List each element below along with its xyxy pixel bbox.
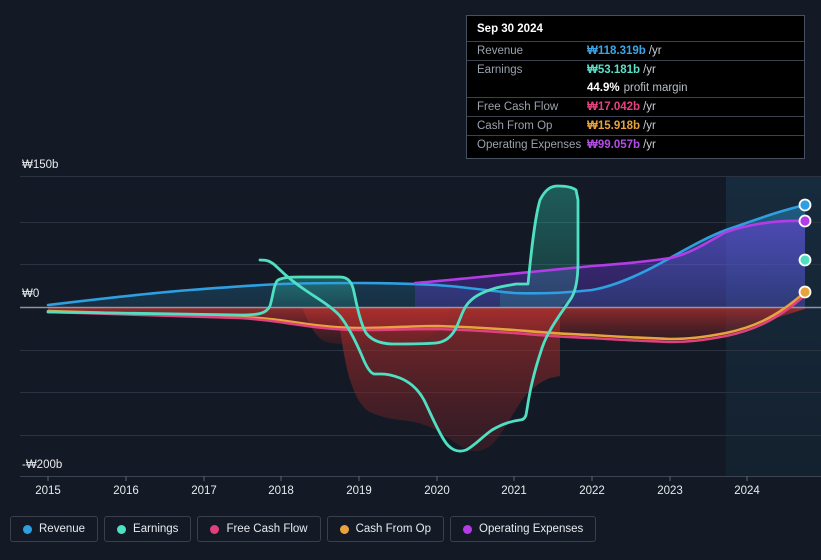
legend-dot-earnings bbox=[117, 524, 127, 534]
legend-item-operating-expenses[interactable]: Operating Expenses bbox=[450, 516, 597, 542]
x-axis-label-2023: 2023 bbox=[657, 485, 683, 497]
y-axis-label-zero: ₩0 bbox=[22, 288, 40, 300]
legend-dot-operating-expenses bbox=[463, 524, 473, 534]
tooltip-label-free-cash-flow: Free Cash Flow bbox=[477, 101, 559, 113]
legend-dot-free-cash-flow bbox=[210, 524, 220, 534]
tooltip-label-revenue: Revenue bbox=[477, 45, 524, 57]
tooltip-row-operating-expenses: Operating Expenses ₩99.057b /yr bbox=[467, 135, 804, 154]
y-axis-label-bottom: -₩200b bbox=[22, 459, 63, 471]
tooltip-value-cash-from-op: ₩15.918b bbox=[587, 120, 641, 132]
legend-label-revenue: Revenue bbox=[39, 523, 86, 535]
tooltip-unit-operating-expenses: /yr bbox=[643, 139, 656, 151]
tooltip-row-earnings: Earnings ₩53.181b /yr bbox=[467, 60, 804, 79]
legend-item-cash-from-op[interactable]: Cash From Op bbox=[326, 516, 445, 542]
legend-label-earnings: Earnings bbox=[133, 523, 179, 535]
tooltip-row-cash-from-op: Cash From Op ₩15.918b /yr bbox=[467, 116, 804, 135]
x-axis-label-2016: 2016 bbox=[113, 485, 139, 497]
tooltip-row-profit-margin: 44.9% profit margin bbox=[467, 79, 804, 97]
x-axis-label-2018: 2018 bbox=[268, 485, 294, 497]
legend-dot-revenue bbox=[23, 524, 32, 534]
tooltip-value-operating-expenses: ₩99.057b bbox=[587, 139, 641, 151]
x-axis-label-2021: 2021 bbox=[501, 485, 527, 497]
tooltip-value-earnings: ₩53.181b bbox=[587, 64, 641, 76]
x-axis-label-2017: 2017 bbox=[191, 485, 217, 497]
x-axis-label-2024: 2024 bbox=[734, 485, 760, 497]
tooltip-unit-cash-from-op: /yr bbox=[643, 120, 656, 132]
tooltip-label-cash-from-op: Cash From Op bbox=[477, 120, 553, 132]
tooltip-value-profit-margin: 44.9% bbox=[587, 82, 620, 94]
tooltip-value-revenue: ₩118.319b bbox=[587, 45, 646, 57]
x-axis-label-2022: 2022 bbox=[579, 485, 605, 497]
endpoint-earnings bbox=[798, 253, 812, 267]
legend-label-cash-from-op: Cash From Op bbox=[355, 523, 432, 535]
tooltip-label-operating-expenses: Operating Expenses bbox=[477, 139, 582, 151]
tooltip-row-free-cash-flow: Free Cash Flow ₩17.042b /yr bbox=[467, 97, 804, 116]
x-axis-label-2019: 2019 bbox=[346, 485, 372, 497]
tooltip-label-earnings: Earnings bbox=[477, 64, 523, 76]
legend-item-revenue[interactable]: Revenue bbox=[10, 516, 99, 542]
legend-label-operating-expenses: Operating Expenses bbox=[479, 523, 584, 535]
legend-item-free-cash-flow[interactable]: Free Cash Flow bbox=[197, 516, 321, 542]
tooltip-value-free-cash-flow: ₩17.042b bbox=[587, 101, 641, 113]
tooltip-date: Sep 30 2024 bbox=[477, 23, 543, 35]
legend-dot-cash-from-op bbox=[339, 524, 349, 534]
x-axis-label-2015: 2015 bbox=[35, 485, 61, 497]
earnings-plateau-fill-2018 bbox=[272, 277, 356, 307]
chart-tooltip: Sep 30 2024 Revenue ₩118.319b /yr Earnin… bbox=[466, 15, 805, 159]
y-axis-label-top: ₩150b bbox=[22, 159, 59, 171]
endpoint-cash-from-op bbox=[798, 285, 812, 299]
tooltip-unit-free-cash-flow: /yr bbox=[643, 101, 656, 113]
stock-financials-chart: ₩150b ₩0 -₩200b 2015 2016 2017 2018 2019… bbox=[0, 0, 821, 560]
endpoint-revenue bbox=[798, 198, 812, 212]
tooltip-row-revenue: Revenue ₩118.319b /yr bbox=[467, 41, 804, 60]
legend-label-free-cash-flow: Free Cash Flow bbox=[226, 523, 308, 535]
legend-item-earnings[interactable]: Earnings bbox=[104, 516, 192, 542]
x-axis-label-2020: 2020 bbox=[424, 485, 450, 497]
tooltip-unit-revenue: /yr bbox=[648, 45, 662, 57]
tooltip-text-profit-margin: profit margin bbox=[623, 82, 688, 94]
endpoint-opex bbox=[798, 214, 812, 228]
chart-legend: Revenue Earnings Free Cash Flow Cash Fro… bbox=[10, 516, 597, 542]
tooltip-unit-earnings: /yr bbox=[643, 64, 656, 76]
